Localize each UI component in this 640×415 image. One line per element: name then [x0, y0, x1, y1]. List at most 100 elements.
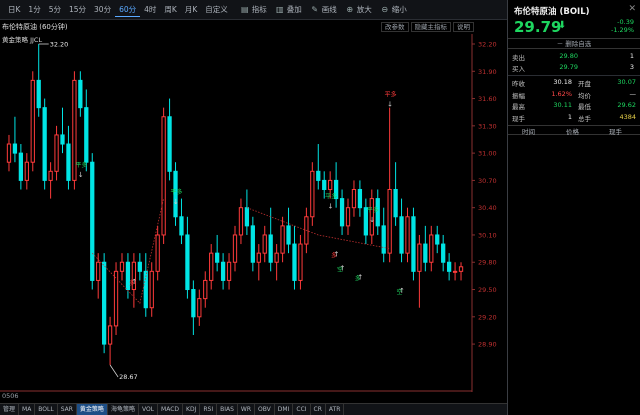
indicator-tab[interactable]: 黄金策略 — [76, 403, 108, 415]
candle-body — [226, 261, 232, 281]
candle-body — [322, 179, 327, 190]
indicator-tab[interactable]: KDJ — [183, 403, 201, 415]
signal-arrow-icon: ↑ — [334, 251, 340, 259]
indicator-tab[interactable]: WR — [238, 403, 256, 415]
indicator-tab[interactable]: 海龟策略 — [108, 403, 139, 415]
indicator-tabs: 管理 MA BOLL SAR 黄金策略 海龟策略 VOL MACD KDJ RSI BIAS WR OB… — [0, 403, 507, 415]
overlay-icon: ▥ — [275, 5, 284, 14]
candle-body — [298, 243, 303, 281]
stat-l1: 现手 — [512, 114, 525, 123]
candle-body — [6, 143, 12, 163]
candle-body — [155, 234, 160, 272]
col-time: 时间 — [522, 128, 535, 136]
indicator-tab[interactable]: VOL — [139, 403, 159, 415]
stat-v1: 1.62% — [551, 89, 572, 98]
change-percent: -1.29% — [611, 26, 634, 34]
stat-v1: 1 — [567, 112, 572, 121]
indicator-tab[interactable]: ATR — [326, 403, 345, 415]
period-tab[interactable]: 60分 — [115, 3, 141, 17]
change-value: -0.39 — [617, 18, 634, 26]
stat-v1: 30.11 — [553, 101, 572, 109]
candle-body — [215, 252, 220, 263]
candle-body — [381, 225, 386, 254]
zoom-out-button[interactable]: ⊖ 缩小 — [380, 4, 407, 15]
list-icon: ▤ — [240, 5, 249, 14]
price-tick-label: 30.10 — [478, 231, 497, 239]
overlay-button[interactable]: ▥ 叠加 — [275, 4, 302, 15]
stat-l2: 开盘 — [578, 80, 591, 88]
candle-body — [36, 79, 41, 109]
candle-body — [232, 234, 238, 263]
close-icon[interactable]: ✕ — [628, 4, 636, 14]
candle-body — [256, 252, 261, 263]
period-tabs: 日K 1分 5分 15分 30分 60分 4时 周K 月K 自定义 — [4, 3, 232, 17]
indicator-tab[interactable]: SAR — [58, 403, 77, 415]
indicator-tab[interactable]: BIAS — [217, 403, 238, 415]
period-tab[interactable]: 自定义 — [201, 3, 232, 17]
candle-body — [357, 188, 363, 209]
chart-toolbar: 日K 1分 5分 15分 30分 60分 4时 周K 月K 自定义 ▤ 指标 ▥ 叠加 ✎ 画线 ⊕ 放大 ⊖ 缩小 — [0, 0, 507, 20]
indicator-tab[interactable]: DMI — [275, 403, 294, 415]
signal-label: 平多 — [171, 188, 183, 196]
period-tab[interactable]: 4时 — [140, 3, 160, 17]
indicator-tab[interactable]: OBV — [255, 403, 275, 415]
period-tab[interactable]: 15分 — [65, 3, 90, 17]
remove-favorite-button[interactable]: － 删除自选 — [508, 38, 640, 49]
price-tick-label: 28.90 — [478, 341, 497, 349]
signal-label: 平多 — [385, 91, 397, 99]
candle-body — [328, 179, 333, 190]
high-label: 32.20 — [50, 41, 69, 49]
col-volume: 现手 — [609, 128, 622, 136]
candle-body — [393, 188, 398, 218]
signal-arrow-icon: ↑ — [357, 273, 363, 281]
candle-body — [429, 234, 434, 263]
drawing-button[interactable]: ✎ 画线 — [310, 4, 336, 15]
candle-body — [262, 234, 267, 254]
indicator-tab[interactable]: 管理 — [0, 403, 20, 415]
price-tick-label: 31.60 — [478, 95, 497, 103]
zoom-in-button[interactable]: ⊕ 放大 — [345, 4, 371, 15]
candlestick-chart[interactable]: 32.20 31.90 31.60 31.30 31.00 30.70 30.40 30.10… — [0, 20, 507, 392]
stat-row: 现手 1 总手 4384 — [508, 113, 640, 124]
candle-body — [268, 234, 273, 263]
price-tick-label: 29.80 — [478, 259, 497, 267]
time-axis: 0506 — [0, 392, 507, 402]
candle-body — [167, 116, 172, 172]
indicator-tab[interactable]: RSI — [200, 403, 218, 415]
list-button[interactable]: ▤ 指标 — [240, 4, 267, 15]
ask-label: 卖出 — [512, 54, 525, 62]
stat-v2: 30.07 — [617, 78, 636, 86]
period-tab[interactable]: 5分 — [45, 3, 65, 17]
candle-body — [351, 188, 357, 209]
low-label: 28.67 — [119, 373, 138, 381]
period-tab[interactable]: 日K — [4, 3, 24, 17]
candle-body — [345, 207, 351, 227]
candle-body — [209, 252, 214, 281]
candle-body — [18, 152, 24, 181]
signal-arrow-icon: ↓ — [173, 198, 179, 206]
period-tab[interactable]: 月K — [181, 3, 201, 17]
stat-l2: 均价 — [578, 91, 591, 100]
candle-body — [339, 198, 345, 227]
period-tab[interactable]: 30分 — [90, 3, 115, 17]
divider — [508, 75, 640, 76]
toolbar-button-label: 缩小 — [391, 5, 407, 14]
period-tab[interactable]: 1分 — [24, 3, 44, 17]
period-tab[interactable]: 周K — [160, 3, 180, 17]
indicator-tab[interactable]: CR — [311, 403, 326, 415]
candle-body — [119, 261, 125, 272]
indicator-tab[interactable]: CCI — [293, 403, 311, 415]
price-tick-label: 30.70 — [478, 177, 497, 185]
signal-arrow-icon: ↑ — [399, 287, 405, 295]
price-tick-label: 29.20 — [478, 313, 497, 321]
candle-body — [185, 234, 190, 291]
indicator-tab[interactable]: MA — [19, 403, 36, 415]
stat-v2: 4384 — [619, 112, 636, 121]
indicator-tab[interactable]: MACD — [158, 403, 184, 415]
candle-body — [24, 161, 29, 181]
low-marker-line — [109, 364, 119, 378]
toolbar-button-label: 指标 — [251, 5, 267, 14]
indicator-tab[interactable]: BOLL — [35, 403, 58, 415]
candle-body — [405, 216, 410, 254]
candle-body — [191, 289, 196, 318]
